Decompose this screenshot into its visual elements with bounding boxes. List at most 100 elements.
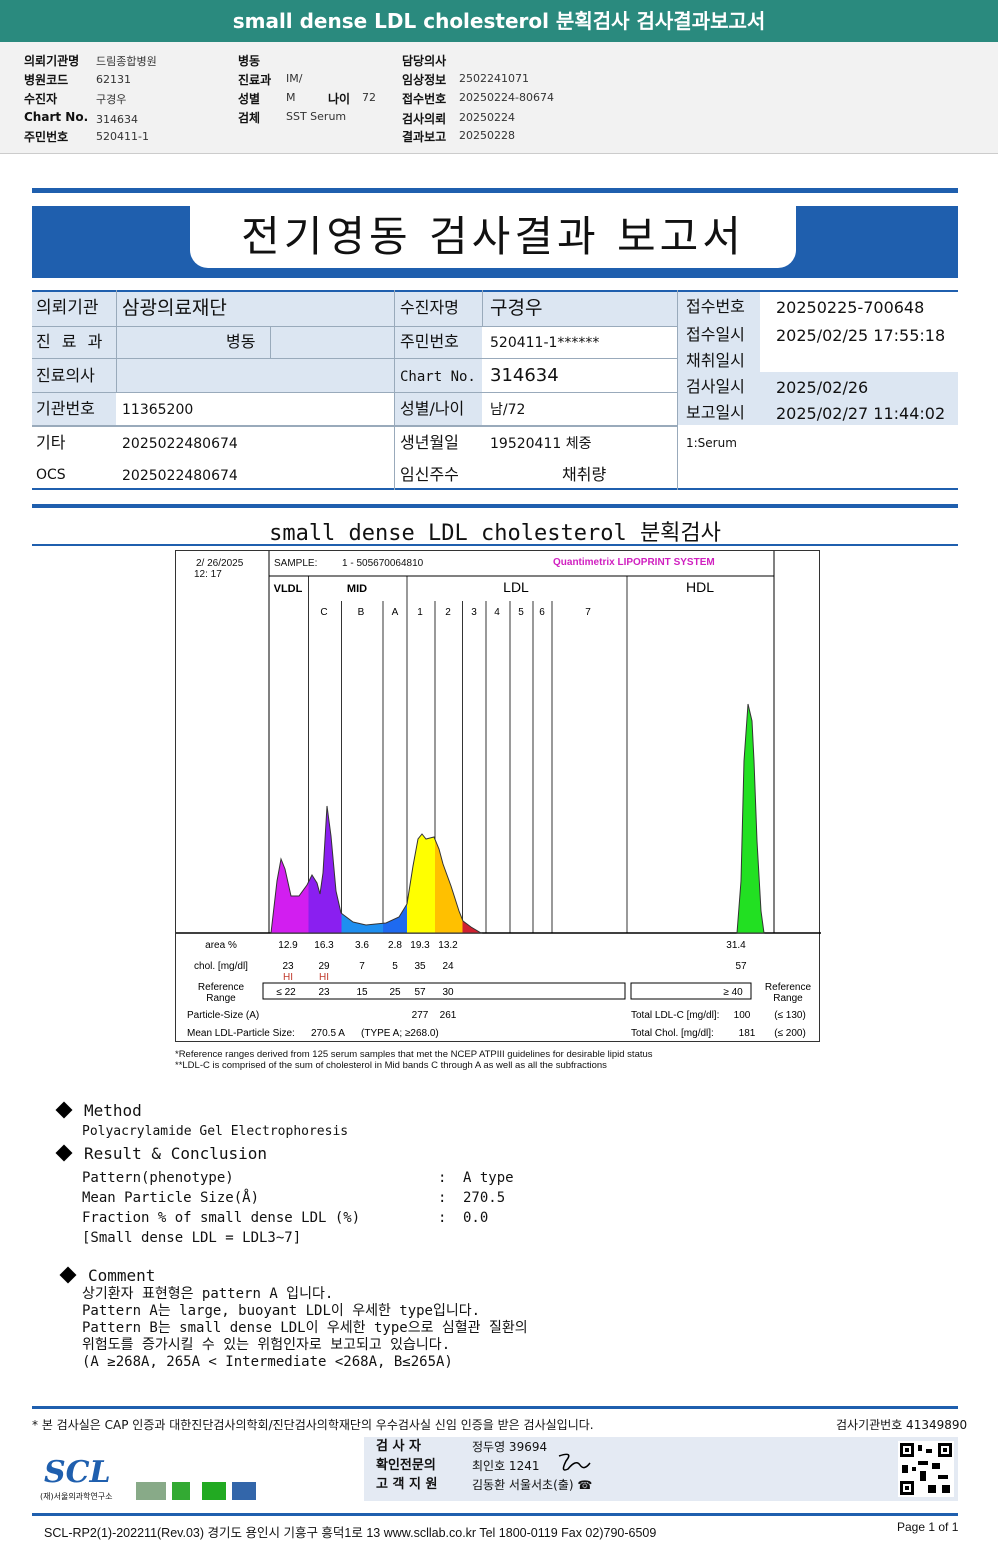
info-label: 결과보고 <box>402 130 447 144</box>
info-value: SST Serum <box>286 110 347 123</box>
chol-value: 23 <box>282 961 294 972</box>
hi-flag: HI <box>319 972 329 983</box>
specimen: 1:Serum <box>686 436 737 450</box>
diamond-bullet-icon <box>59 1266 77 1284</box>
ref-label-right: Reference <box>765 982 812 993</box>
area-value: 19.3 <box>410 940 430 951</box>
value-patient-name: 구경우 <box>490 297 543 319</box>
divider <box>32 1513 958 1516</box>
electrophoresis-chart: 2/ 26/2025 12: 17 SAMPLE: 1 - 5056700648… <box>175 550 821 1042</box>
certification-note: * 본 검사실은 CAP 인증과 대한진단검사의학회/진단검사의학재단의 우수검… <box>32 1418 594 1432</box>
result-note: [Small dense LDL = LDL3~7] <box>82 1230 302 1246</box>
label-report-time: 보고일시 <box>686 403 745 422</box>
total-ldl-label: Total LDL-C [mg/dl]: <box>631 1010 719 1021</box>
result-label: Fraction % of small dense LDL (%) <box>82 1210 361 1226</box>
section-title: small dense LDL cholesterol 분획검사 <box>269 521 721 546</box>
scl-logo: SCL <box>44 1455 111 1490</box>
staff-role: 확인전문의 <box>376 1458 436 1473</box>
result-value: 270.5 <box>463 1190 506 1206</box>
area-value: 13.2 <box>438 940 458 951</box>
hi-flag: HI <box>283 972 293 983</box>
result-title: Result & Conclusion <box>84 1144 268 1163</box>
staff-name: 김동환 서울서초(출) ☎ <box>472 1478 593 1492</box>
reference-value: 25 <box>389 987 401 998</box>
band-label: 5 <box>518 607 524 618</box>
result-value: 0.0 <box>463 1210 489 1226</box>
footnote: *Reference ranges derived from 125 serum… <box>175 1049 653 1060</box>
label-resident-no: 주민번호 <box>400 332 459 351</box>
info-value: 구경우 <box>96 93 127 106</box>
band-label: 1 <box>417 607 423 618</box>
info-value: 20250228 <box>459 129 515 142</box>
label-receipt-no: 접수번호 <box>686 297 745 316</box>
total-chol-value: 181 <box>739 1028 756 1039</box>
label-patient-name: 수진자명 <box>400 298 459 317</box>
footnote: **LDL-C is comprised of the sum of chole… <box>175 1060 607 1071</box>
info-label: 수진자 <box>24 92 58 106</box>
result-label: Pattern(phenotype) <box>82 1170 234 1186</box>
divider <box>32 188 958 193</box>
scl-logo-sub: (재)서울의과학연구소 <box>40 1492 113 1501</box>
info-label: 검체 <box>238 111 261 125</box>
reference-value: 30 <box>442 987 454 998</box>
band-label: 7 <box>585 607 591 618</box>
chol-value: 29 <box>318 961 330 972</box>
label-requesting-org: 의뢰기관 <box>36 298 99 318</box>
info-value: M <box>286 91 296 104</box>
band-label: 6 <box>539 607 545 618</box>
staff-role: 고 객 지 원 <box>376 1477 438 1492</box>
particle-size-label: Particle-Size (A) <box>187 1010 259 1021</box>
reference-value-hdl: ≥ 40 <box>723 987 743 998</box>
label-birthdate: 생년월일 <box>400 433 459 452</box>
value-other: 2025022480674 <box>122 436 238 452</box>
area-label: area % <box>205 940 237 951</box>
value-ocs: 2025022480674 <box>122 468 238 484</box>
value-org-no: 11365200 <box>122 402 194 418</box>
value-requesting-org: 삼광의료재단 <box>122 297 227 319</box>
ref-label-right: Range <box>773 993 803 1004</box>
value-receipt-time: 2025/02/25 17:55:18 <box>776 326 946 345</box>
reference-value: ≤ 22 <box>276 987 296 998</box>
label-collection-volume: 채취량 <box>562 465 607 484</box>
label-other: 기타 <box>36 433 66 452</box>
comment-line: 위험도를 증가시킬 수 있는 위험인자로 보고되고 있습니다. <box>82 1337 451 1353</box>
info-value: 20250224 <box>459 111 515 124</box>
info-label: 주민번호 <box>24 130 69 144</box>
band-label: 4 <box>494 607 500 618</box>
info-label: 검사의뢰 <box>402 112 447 126</box>
chol-value-hdl: 57 <box>735 961 747 972</box>
value-birthdate: 19520411 체중 <box>490 436 592 452</box>
info-label: 병원코드 <box>24 73 69 87</box>
value-ward: 병동 <box>226 332 256 351</box>
divider <box>32 1406 958 1409</box>
area-value: 12.9 <box>278 940 298 951</box>
method-text: Polyacrylamide Gel Electrophoresis <box>82 1124 349 1139</box>
value-resident-no: 520411-1****** <box>490 335 600 351</box>
value-receipt-no: 20250225-700648 <box>776 298 925 317</box>
diamond-bullet-icon <box>55 1101 73 1119</box>
density-curve <box>270 703 765 934</box>
info-value: IM/ <box>286 72 303 85</box>
band-area-hdl <box>701 704 764 933</box>
value-report-time: 2025/02/27 11:44:02 <box>776 404 946 423</box>
label-chart-no: Chart No. <box>400 369 476 385</box>
report-title: 전기영동 검사결과 보고서 <box>190 206 796 268</box>
page-number: Page 1 of 1 <box>897 1520 959 1534</box>
accreditation-logos <box>136 1482 256 1500</box>
comment-line: Pattern A는 large, buoyant LDL이 우세한 type입… <box>82 1303 481 1319</box>
reference-value: 23 <box>318 987 330 998</box>
band-label: B <box>358 607 365 618</box>
mean-size-value: 270.5 A <box>311 1028 345 1039</box>
info-label: 진료과 <box>238 73 272 87</box>
info-label: 성별 <box>238 92 261 106</box>
mean-size-type: (TYPE A; ≥268.0) <box>361 1028 439 1039</box>
label-org-no: 기관번호 <box>36 399 95 418</box>
comment-line: (A ≥268A, 265A < Intermediate <268A, B≤2… <box>82 1354 453 1370</box>
result-label: Mean Particle Size(Å) <box>82 1190 260 1206</box>
info-value: 314634 <box>96 113 138 126</box>
staff-role: 검 사 자 <box>376 1439 421 1454</box>
ref-label: Reference <box>198 982 245 993</box>
group-label-vldl: VLDL <box>274 583 303 595</box>
band-label: C <box>320 607 327 618</box>
comment-title: Comment <box>88 1266 156 1285</box>
